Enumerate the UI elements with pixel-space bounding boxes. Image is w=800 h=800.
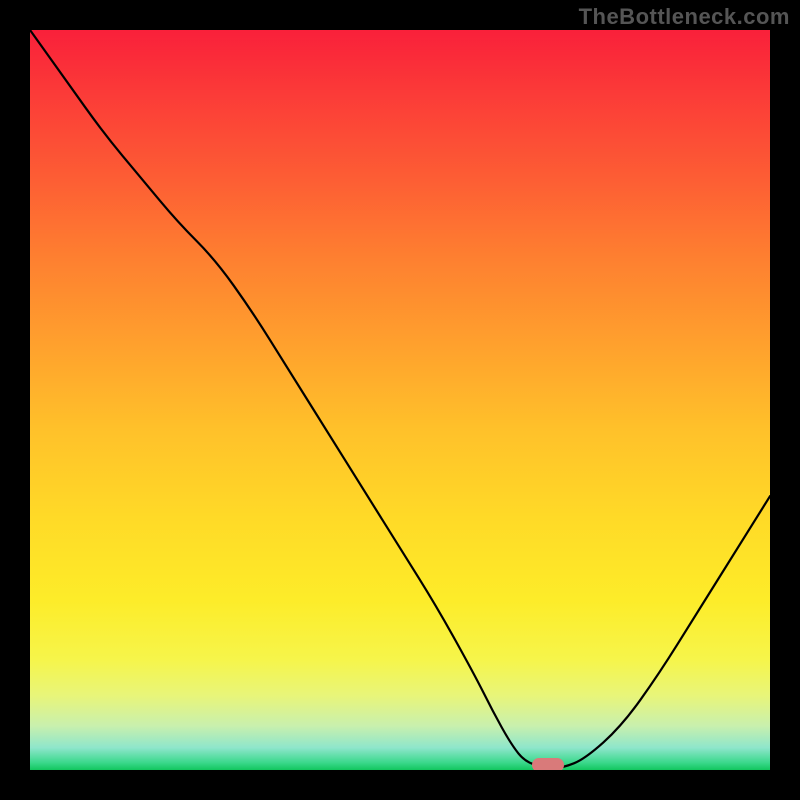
watermark-text: TheBottleneck.com xyxy=(579,4,790,30)
optimal-marker xyxy=(532,758,564,770)
bottleneck-curve xyxy=(30,30,770,768)
chart-frame: TheBottleneck.com xyxy=(0,0,800,800)
plot-area xyxy=(30,30,770,770)
curve-svg xyxy=(30,30,770,770)
